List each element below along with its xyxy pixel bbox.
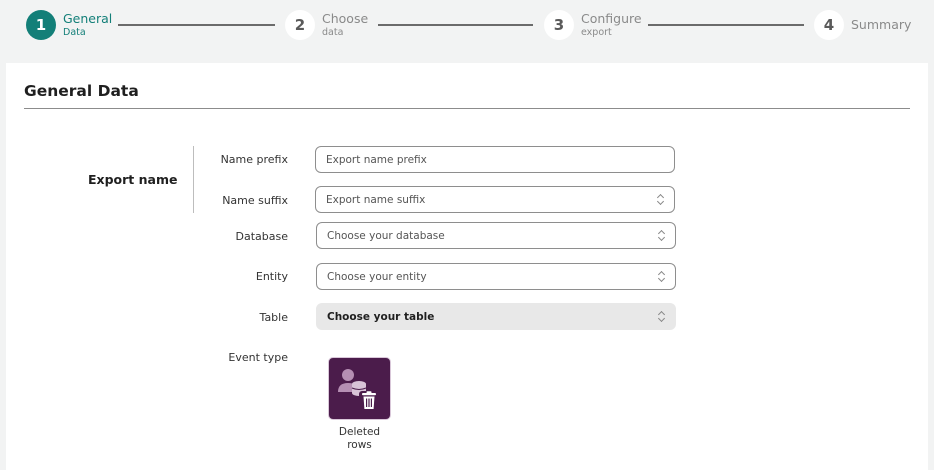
entity-selected-value: Choose your entity <box>327 270 427 283</box>
name-suffix-input[interactable]: Export name suffix <box>315 186 675 213</box>
deleted-rows-icon <box>338 369 379 411</box>
step-connector <box>118 24 275 26</box>
table-label: Table <box>259 311 288 324</box>
step-number: 3 <box>544 10 574 40</box>
name-prefix-placeholder: Export name prefix <box>326 153 427 166</box>
select-arrows-icon <box>658 230 666 242</box>
table-selected-value: Choose your table <box>327 310 435 323</box>
step-title: Summary <box>851 17 912 33</box>
step-summary[interactable]: 4 Summary <box>814 10 911 40</box>
step-title: General <box>63 10 113 26</box>
step-connector <box>648 24 804 26</box>
wizard-stepper: 1 General Data 2 Choose data 3 Configure… <box>0 0 934 50</box>
step-number: 2 <box>285 10 315 40</box>
entity-label: Entity <box>255 270 288 283</box>
step-title: Choose <box>322 10 369 26</box>
export-name-section-label: Export name <box>88 172 178 187</box>
database-selected-value: Choose your database <box>327 229 445 242</box>
entity-select[interactable]: Choose your entity <box>316 263 676 290</box>
select-arrows-icon <box>658 271 666 283</box>
step-connector <box>378 24 533 26</box>
name-prefix-input[interactable]: Export name prefix <box>315 146 675 173</box>
database-select[interactable]: Choose your database <box>316 222 676 249</box>
database-label: Database <box>235 230 289 243</box>
title-divider <box>24 108 910 109</box>
step-subtitle: export <box>581 27 612 38</box>
stepper-arrows-icon[interactable] <box>657 194 665 206</box>
page-title: General Data <box>24 82 139 100</box>
event-type-label: Event type <box>228 351 288 364</box>
step-title: Configure <box>581 10 642 26</box>
name-suffix-placeholder: Export name suffix <box>326 193 426 206</box>
name-suffix-label: Name suffix <box>222 194 288 207</box>
step-subtitle: Data <box>63 27 86 38</box>
step-choose-data[interactable]: 2 Choose data <box>285 10 368 40</box>
select-arrows-icon <box>658 311 666 323</box>
deleted-rows-label: Deleted rows <box>338 426 381 451</box>
name-prefix-label: Name prefix <box>220 153 288 166</box>
step-number: 4 <box>814 10 844 40</box>
step-number: 1 <box>26 10 56 40</box>
step-general-data[interactable]: 1 General Data <box>26 10 112 40</box>
general-data-card: General Data Export name Name prefix Exp… <box>6 63 928 470</box>
deleted-rows-option[interactable] <box>328 357 391 420</box>
step-configure-export[interactable]: 3 Configure export <box>544 10 642 40</box>
step-subtitle: data <box>322 27 344 38</box>
table-select[interactable]: Choose your table <box>316 303 676 330</box>
